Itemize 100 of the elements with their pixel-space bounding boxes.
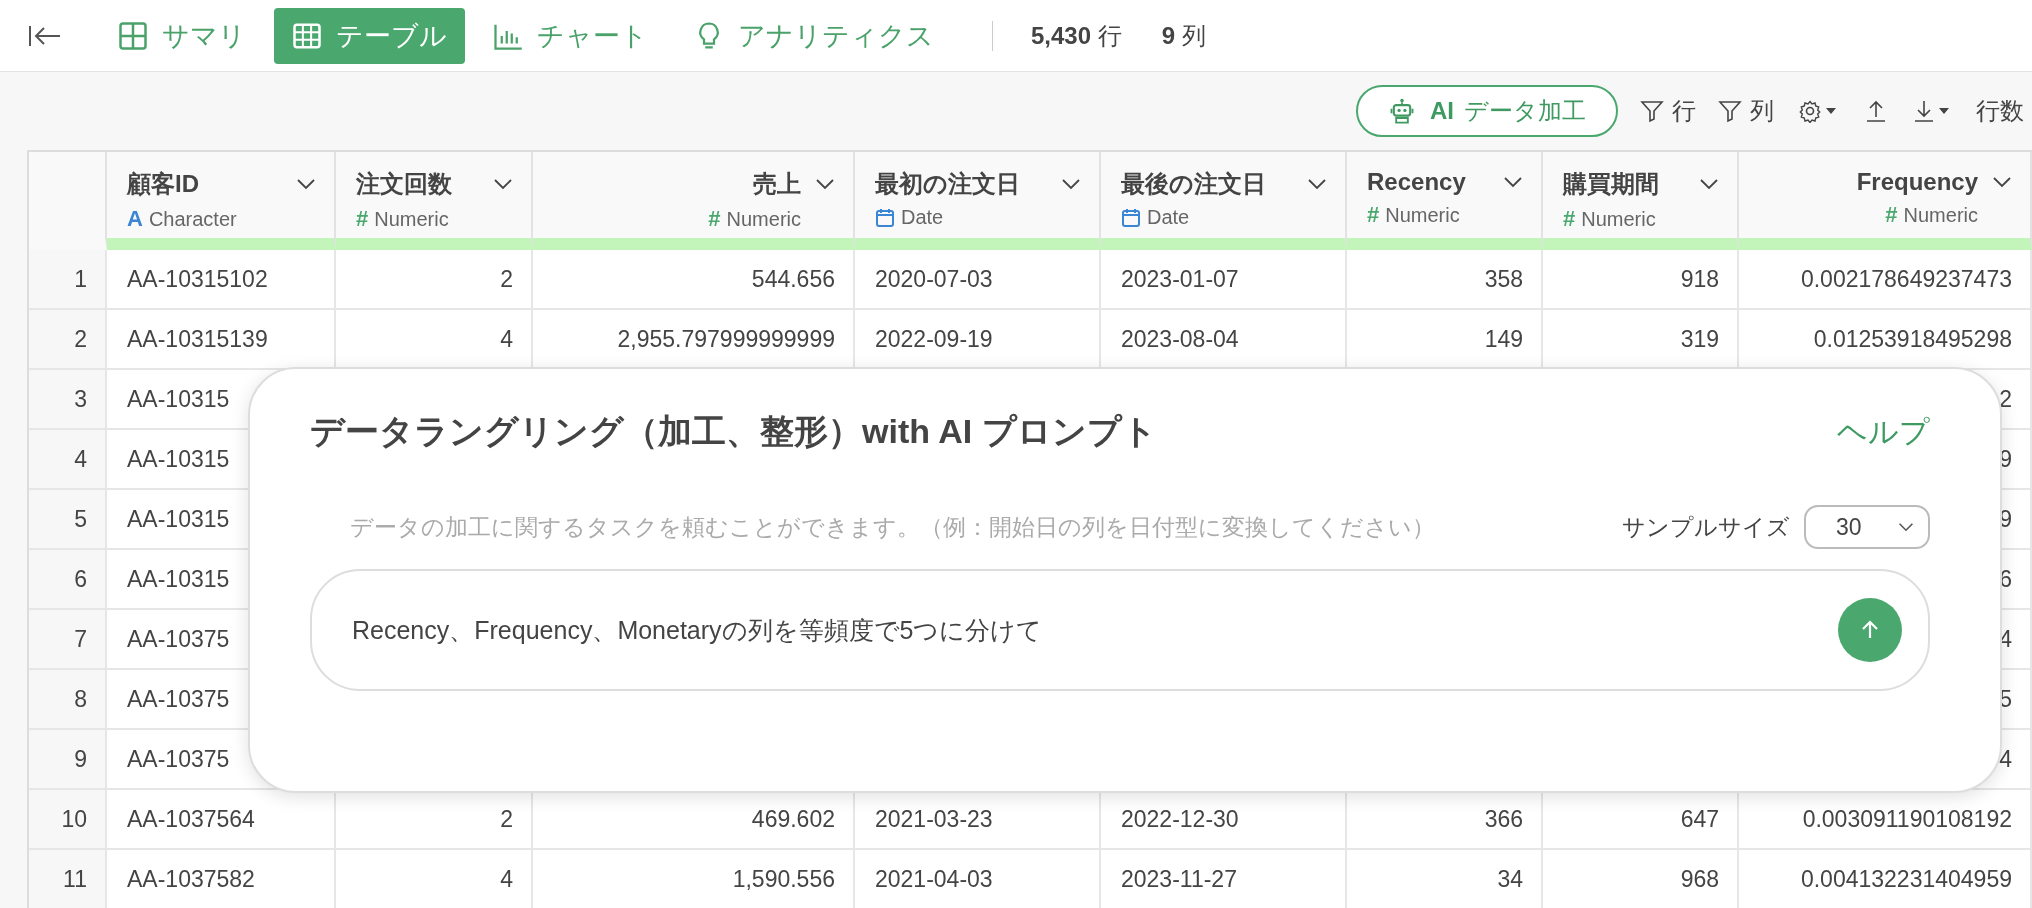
filter-icon (1640, 99, 1664, 123)
table-cell: 149 (1484, 325, 1523, 353)
row-number: 9 (29, 730, 107, 790)
table-cell: AA-10315 (127, 445, 230, 473)
table-cell: 968 (1680, 865, 1719, 893)
table-cell: 0.003091190108192 (1802, 805, 2012, 833)
prompt-input-field[interactable]: Recency、Frequency、Monetaryの列を等頻度で5つに分けて (310, 569, 1930, 691)
table-cell: 0.002178649237473 (1800, 265, 2012, 293)
upload-icon[interactable] (1864, 99, 1888, 123)
row-filter-button[interactable]: 行 (1640, 95, 1696, 127)
numeric-type-icon: # (356, 206, 369, 232)
column-count: 9 列 (1161, 20, 1206, 51)
chevron-down-icon[interactable] (815, 178, 835, 190)
dialog-title: データラングリング（加工、整形）with AI プロンプト (310, 411, 1157, 452)
row-number: 5 (29, 490, 107, 550)
column-type: Numeric (1903, 203, 1978, 227)
row-number: 11 (29, 850, 107, 908)
column-header[interactable]: 最後の注文日 Date (1101, 152, 1347, 250)
table-cell: 918 (1680, 265, 1719, 293)
chevron-down-icon[interactable] (1699, 178, 1719, 190)
table-cell: AA-10315102 (127, 265, 268, 293)
table-cell: AA-10375 (127, 745, 230, 773)
row-number: 10 (29, 790, 107, 850)
table-cell: 358 (1484, 265, 1523, 293)
numeric-type-icon: # (1563, 206, 1576, 232)
chevron-down-icon[interactable] (1307, 178, 1327, 190)
chevron-down-icon[interactable] (296, 178, 316, 190)
table-cell: 544.656 (751, 265, 835, 293)
calendar-icon (875, 207, 895, 228)
table-cell: 2022-12-30 (1121, 805, 1239, 833)
ai-data-processing-button[interactable]: AI データ加工 (1356, 85, 1618, 137)
chevron-down-icon[interactable] (1061, 178, 1081, 190)
numeric-type-icon: # (1367, 202, 1380, 228)
table-cell: 2 (500, 805, 513, 833)
column-type: Date (901, 206, 944, 229)
table-cell: 4 (500, 865, 513, 893)
table-cell: AA-10315 (127, 385, 230, 413)
column-header[interactable]: 注文回数 # Numeric (336, 152, 533, 250)
column-type: Character (148, 207, 237, 231)
table-cell: 2,955.797999999999 (617, 325, 835, 353)
collapse-icon[interactable] (28, 23, 62, 48)
column-type: Numeric (374, 207, 449, 231)
table-cell: 0.004132231404959 (1800, 865, 2012, 893)
table-cell: AA-1037582 (127, 865, 255, 893)
column-header[interactable]: Recency # Numeric (1347, 152, 1543, 250)
table-cell: AA-1037564 (127, 805, 255, 833)
table-cell: 469.602 (751, 805, 835, 833)
hint-text: データの加工に関するタスクを頼むことができます。（例：開始日の列を日付型に変換してください） (350, 512, 1436, 542)
column-name: 最後の注文日 (1121, 169, 1266, 199)
chevron-down-icon[interactable] (1503, 176, 1523, 188)
table-cell: 2023-08-04 (1121, 325, 1239, 353)
numeric-type-icon: # (1885, 202, 1898, 228)
calendar-icon (1121, 207, 1141, 228)
row-count-label: 行数 (1976, 96, 2024, 126)
table-cell: 0.01253918495298 (1813, 325, 2012, 353)
column-type: Numeric (726, 207, 801, 231)
table-cell: 2020-07-03 (875, 265, 993, 293)
column-name: 売上 (753, 169, 801, 199)
column-header[interactable]: 売上 # Numeric (533, 152, 855, 250)
table-cell: 4 (1999, 745, 2012, 773)
table-cell: AA-10315 (127, 505, 230, 533)
table-cell: 4 (500, 325, 513, 353)
numeric-type-icon: # (708, 206, 721, 232)
column-name: Recency (1367, 168, 1466, 196)
column-header[interactable]: 顧客ID A Character (107, 152, 336, 250)
table-cell: 2023-11-27 (1121, 865, 1237, 893)
table-cell: 1,590.556 (732, 865, 835, 893)
row-number: 8 (29, 670, 107, 730)
column-type: Date (1147, 206, 1190, 229)
row-number: 3 (29, 370, 107, 430)
sample-size-label: サンプルサイズ (1622, 512, 1790, 542)
table-cell: AA-10375 (127, 625, 230, 653)
table-cell: 2 (1999, 385, 2012, 413)
row-number: 7 (29, 610, 107, 670)
table-cell: AA-10315139 (127, 325, 268, 353)
column-name: 注文回数 (356, 169, 452, 199)
row-number: 6 (29, 550, 107, 610)
row-number: 1 (29, 250, 107, 310)
filter-icon (1718, 99, 1742, 123)
robot-icon (1388, 97, 1416, 125)
table-cell: 366 (1484, 805, 1523, 833)
column-header[interactable]: 最初の注文日 Date (855, 152, 1101, 250)
column-header[interactable]: Frequency # Numeric (1739, 152, 2032, 250)
chevron-down-icon[interactable] (1992, 176, 2012, 188)
column-name: 顧客ID (127, 169, 199, 199)
column-header[interactable]: 購買期間 # Numeric (1543, 152, 1739, 250)
help-link[interactable]: ヘルプ (1837, 411, 1930, 453)
column-type: Numeric (1385, 203, 1460, 227)
grid-icon (118, 20, 148, 51)
column-name: 購買期間 (1563, 169, 1659, 199)
table-cell: 2022-09-19 (875, 325, 993, 353)
table-cell: 319 (1680, 325, 1719, 353)
column-filter-button[interactable]: 列 (1718, 95, 1774, 127)
character-type-icon: A (127, 206, 143, 232)
sample-size-select[interactable]: 30 (1804, 505, 1930, 549)
row-number: 4 (29, 430, 107, 490)
column-type: Numeric (1581, 207, 1656, 231)
table-cell: 34 (1497, 865, 1523, 893)
chevron-down-icon[interactable] (493, 178, 513, 190)
column-name: 最初の注文日 (875, 169, 1020, 199)
